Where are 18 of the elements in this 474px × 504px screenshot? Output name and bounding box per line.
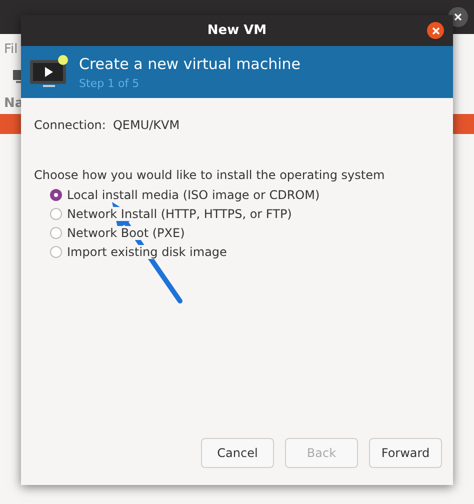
option-label[interactable]: Import existing disk image — [67, 245, 227, 259]
header-title: Create a new virtual machine — [79, 54, 301, 72]
prompt-text: Choose how you would like to install the operating system — [34, 168, 386, 182]
radio-button[interactable] — [50, 189, 62, 201]
connection-label: Connection: — [34, 118, 106, 132]
connection-value: QEMU/KVM — [112, 118, 180, 132]
dialog-button[interactable]: Forward — [369, 438, 442, 468]
window-title: New VM — [207, 23, 267, 38]
close-icon[interactable] — [427, 22, 444, 39]
radio-button[interactable] — [50, 227, 62, 239]
dialog-button[interactable]: Cancel — [201, 438, 274, 468]
monitor-icon — [29, 54, 69, 90]
step-label: Step 1 of 5 — [79, 76, 140, 90]
option-label[interactable]: Network Boot (PXE) — [67, 226, 185, 240]
option-label[interactable]: Network Install (HTTP, HTTPS, or FTP) — [67, 207, 292, 221]
radio-button[interactable] — [50, 246, 62, 258]
radio-button[interactable] — [50, 208, 62, 220]
option-label[interactable]: Local install media (ISO image or CDROM) — [67, 188, 320, 202]
